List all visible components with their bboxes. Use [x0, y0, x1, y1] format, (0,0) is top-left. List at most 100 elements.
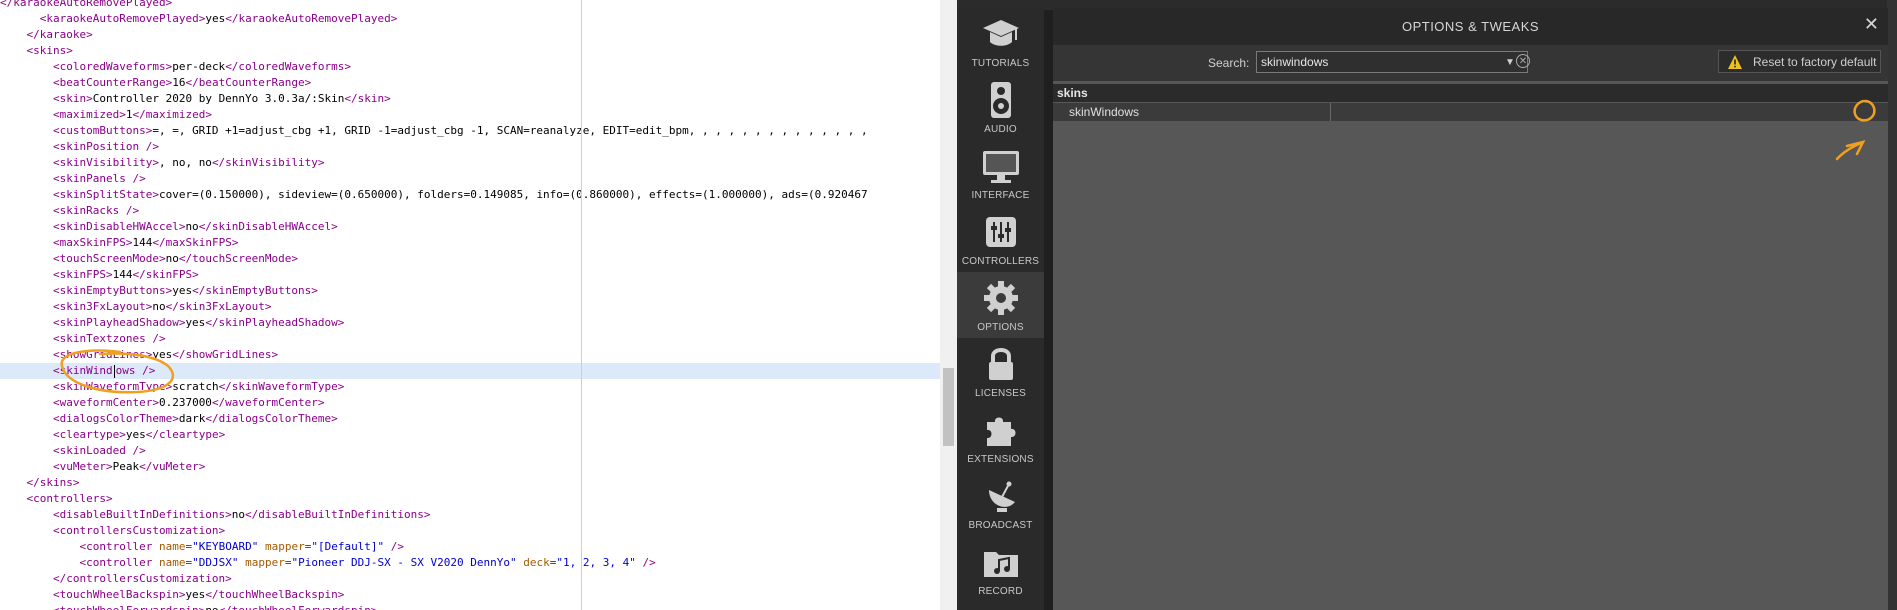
code-line[interactable]: <dialogsColorTheme>dark</dialogsColorThe…: [0, 411, 940, 427]
code-line[interactable]: <coloredWaveforms>per-deck</coloredWavef…: [0, 59, 940, 75]
code-line[interactable]: <disableBuiltInDefinitions>no</disableBu…: [0, 507, 940, 523]
xml-text: [0, 300, 53, 313]
xml-tag: <skinLoaded />: [52, 444, 146, 457]
xml-text: [0, 588, 53, 601]
code-line[interactable]: <vuMeter>Peak</vuMeter>: [0, 459, 940, 475]
xml-text: 0.237000: [158, 396, 212, 409]
xml-tag: <controllersCustomization>: [52, 524, 226, 537]
code-line[interactable]: <skinPlayheadShadow>yes</skinPlayheadSha…: [0, 315, 940, 331]
dj-app: TUTORIALS AUDIO INTERFACE CONTROLLERS OP…: [957, 0, 1897, 610]
xml-attr-name: deck: [523, 556, 550, 569]
code-line[interactable]: <touchWheelBackspin>yes</touchWheelBacks…: [0, 587, 940, 603]
xml-tag: </skinWaveformType>: [218, 380, 345, 393]
xml-tag: </skin>: [344, 92, 391, 105]
code-line[interactable]: <controllersCustomization>: [0, 523, 940, 539]
code-line[interactable]: <customButtons>=, =, GRID +1=adjust_cbg …: [0, 123, 940, 139]
code-line[interactable]: <showGridLines>yes</showGridLines>: [0, 347, 940, 363]
xml-text: [258, 540, 265, 553]
code-line[interactable]: <skinRacks />: [0, 203, 940, 219]
code-line[interactable]: <waveformCenter>0.237000</waveformCenter…: [0, 395, 940, 411]
xml-text: [0, 428, 53, 441]
xml-text: 16: [172, 76, 186, 89]
code-line[interactable]: <skinWaveformType>scratch</skinWaveformT…: [0, 379, 940, 395]
xml-text: [0, 572, 53, 585]
xml-editor[interactable]: </karaokeAutoRemovePlayed> <karaokeAutoR…: [0, 0, 957, 610]
xml-tag: </controllersCustomization>: [52, 572, 232, 585]
xml-tag: <karaokeAutoRemovePlayed>: [39, 12, 206, 25]
xml-text: [0, 92, 53, 105]
code-line[interactable]: <touchWheelForwardspin>no</touchWheelFor…: [0, 603, 940, 610]
editor-scrollbar[interactable]: [940, 0, 957, 610]
xml-tag: <beatCounterRange>: [52, 76, 173, 89]
code-line[interactable]: <skin>Controller 2020 by DennYo 3.0.3a/:…: [0, 91, 940, 107]
xml-text: [0, 556, 79, 569]
code-line[interactable]: <skinPanels />: [0, 171, 940, 187]
xml-text: [0, 364, 53, 377]
code-line[interactable]: <cleartype>yes</cleartype>: [0, 427, 940, 443]
xml-tag: </vuMeter>: [139, 460, 206, 473]
xml-text: 144: [132, 236, 153, 249]
code-line[interactable]: <skinDisableHWAccel>no</skinDisableHWAcc…: [0, 219, 940, 235]
code-line[interactable]: <skinTextzones />: [0, 331, 940, 347]
editor-scrollbar-thumb[interactable]: [943, 368, 954, 446]
xml-text: [0, 460, 53, 473]
code-line[interactable]: <skinLoaded />: [0, 443, 940, 459]
code-line[interactable]: <skinPosition />: [0, 139, 940, 155]
xml-tag: </dialogsColorTheme>: [205, 412, 338, 425]
xml-tag: />: [384, 540, 405, 553]
xml-text: [0, 44, 27, 57]
code-line[interactable]: </skins>: [0, 475, 940, 491]
xml-text: [0, 28, 27, 41]
xml-tag: <skinSplitState>: [52, 188, 159, 201]
code-line[interactable]: <controller name="DDJSX" mapper="Pioneer…: [0, 555, 940, 571]
code-line[interactable]: <skinSplitState>cover=(0.150000), sidevi…: [0, 187, 940, 203]
code-line[interactable]: <skinWind ows />: [0, 363, 940, 379]
code-line[interactable]: <skinEmptyButtons>yes</skinEmptyButtons>: [0, 283, 940, 299]
xml-text: [0, 220, 53, 233]
xml-tag: </coloredWaveforms>: [225, 60, 352, 73]
xml-text: scratch: [172, 380, 219, 393]
code-line[interactable]: <skin3FxLayout>no</skin3FxLayout>: [0, 299, 940, 315]
code-line[interactable]: </karaoke>: [0, 27, 940, 43]
xml-text: per-deck: [172, 60, 226, 73]
xml-tag: <skinVisibility>: [52, 156, 159, 169]
code-line[interactable]: <beatCounterRange>16</beatCounterRange>: [0, 75, 940, 91]
xml-tag: <waveformCenter>: [52, 396, 159, 409]
xml-text: [0, 380, 53, 393]
annotation-overlay-right: [1835, 99, 1876, 161]
xml-text: [0, 316, 53, 329]
xml-attr-name: name: [158, 540, 186, 553]
xml-tag: <skins>: [26, 44, 73, 57]
code-line[interactable]: </karaokeAutoRemovePlayed>: [0, 0, 940, 11]
code-line[interactable]: <controller name="KEYBOARD" mapper="[Def…: [0, 539, 940, 555]
code-line[interactable]: <maxSkinFPS>144</maxSkinFPS>: [0, 235, 940, 251]
xml-text: [0, 124, 53, 137]
xml-tag: <customButtons>: [52, 124, 153, 137]
xml-attr-name: name: [158, 556, 186, 569]
xml-tag: <skinFPS>: [52, 268, 113, 281]
code-line[interactable]: <skinFPS>144</skinFPS>: [0, 267, 940, 283]
xml-text: [0, 540, 79, 553]
code-line[interactable]: <controllers>: [0, 491, 940, 507]
xml-text: Peak: [112, 460, 140, 473]
xml-text: [0, 188, 53, 201]
code-line[interactable]: <touchScreenMode>no</touchScreenMode>: [0, 251, 940, 267]
xml-text: yes: [205, 12, 226, 25]
xml-text: [0, 396, 53, 409]
code-line[interactable]: <karaokeAutoRemovePlayed>yes</karaokeAut…: [0, 11, 940, 27]
code-area[interactable]: </karaokeAutoRemovePlayed> <karaokeAutoR…: [0, 0, 940, 610]
xml-text: , no, no: [158, 156, 212, 169]
xml-tag: </touchWheelBackspin>: [205, 588, 345, 601]
xml-text: [0, 204, 53, 217]
xml-text: [0, 12, 40, 25]
xml-tag: <maximized>: [52, 108, 126, 121]
xml-text: 144: [112, 268, 133, 281]
code-line[interactable]: <skinVisibility>, no, no</skinVisibility…: [0, 155, 940, 171]
code-line[interactable]: <maximized>1</maximized>: [0, 107, 940, 123]
xml-text: yes: [125, 428, 146, 441]
xml-text: [0, 332, 53, 345]
code-line[interactable]: <skins>: [0, 43, 940, 59]
xml-tag: <controller: [79, 540, 159, 553]
xml-text: [0, 476, 27, 489]
code-line[interactable]: </controllersCustomization>: [0, 571, 940, 587]
